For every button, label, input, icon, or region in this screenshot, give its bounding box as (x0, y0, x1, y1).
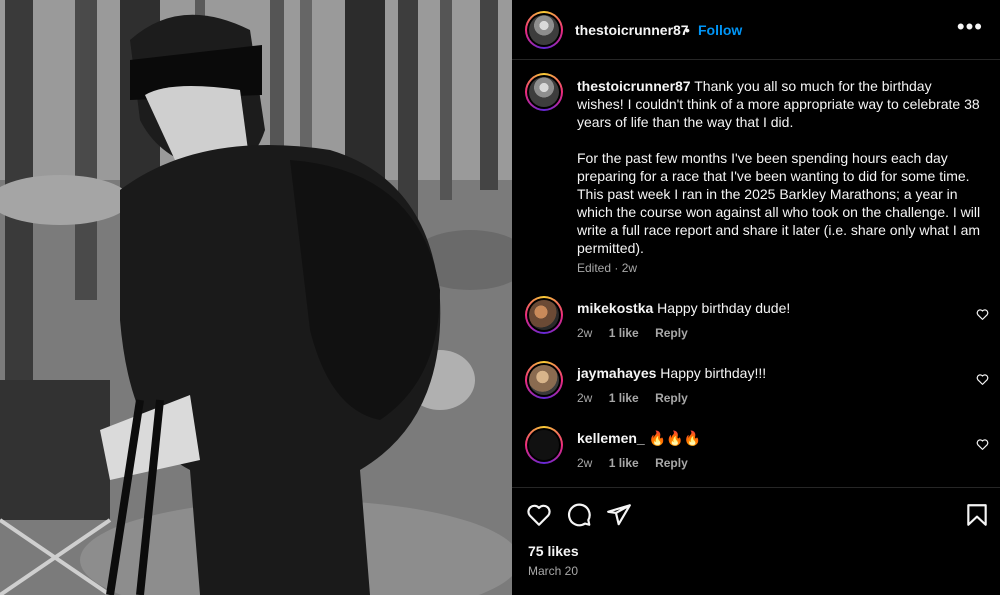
comment-likes[interactable]: 1 like (609, 391, 639, 405)
bookmark-icon[interactable] (964, 502, 990, 528)
heart-icon[interactable] (976, 308, 989, 321)
separator-dot: • (685, 22, 690, 38)
caption-body: Thank you all so much for the birthday w… (577, 78, 981, 256)
post-date: March 20 (528, 564, 579, 578)
caption-text: thestoicrunner87 Thank you all so much f… (577, 77, 982, 257)
comment-username[interactable]: kellemen_ (577, 430, 645, 446)
post-details-panel: thestoicrunner87 • Follow ••• thestoicru… (512, 0, 1000, 595)
comment-text: mikekostka Happy birthday dude! (577, 300, 790, 316)
author-avatar[interactable] (525, 11, 563, 49)
comment-body: 🔥🔥🔥 (644, 430, 701, 446)
comment-age: 2w (577, 456, 593, 470)
caption-avatar[interactable] (525, 73, 563, 111)
comment-text: kellemen_ 🔥🔥🔥 (577, 430, 701, 447)
commenter-avatar[interactable] (525, 296, 563, 334)
comment-age: 2w (577, 391, 593, 405)
post-photo-scene (0, 0, 512, 595)
reply-button[interactable]: Reply (655, 391, 688, 405)
caption-username[interactable]: thestoicrunner87 (577, 78, 691, 94)
comment-username[interactable]: jaymahayes (577, 365, 656, 381)
follow-button[interactable]: Follow (698, 22, 742, 38)
more-options-icon[interactable]: ••• (957, 16, 983, 38)
comment-item: mikekostka Happy birthday dude! 2w 1 lik… (512, 296, 1000, 358)
post-header: thestoicrunner87 • Follow ••• (512, 0, 1000, 60)
heart-icon[interactable] (976, 373, 989, 386)
comment-likes[interactable]: 1 like (609, 456, 639, 470)
reply-button[interactable]: Reply (655, 456, 688, 470)
author-username[interactable]: thestoicrunner87 (575, 22, 689, 38)
comment-body: Happy birthday dude! (653, 300, 791, 316)
comment-icon[interactable] (566, 502, 592, 528)
commenter-avatar[interactable] (525, 361, 563, 399)
heart-icon[interactable] (526, 502, 552, 528)
post-photo[interactable] (0, 0, 512, 595)
comment-username[interactable]: mikekostka (577, 300, 653, 316)
comment-meta: 2w 1 like Reply (577, 391, 701, 405)
comment-body: Happy birthday!!! (656, 365, 767, 381)
commenter-avatar[interactable] (525, 426, 563, 464)
post-actions: 75 likes March 20 (512, 487, 1000, 595)
comment-text: jaymahayes Happy birthday!!! (577, 365, 766, 381)
likes-count[interactable]: 75 likes (528, 543, 579, 559)
comment-likes[interactable]: 1 like (609, 326, 639, 340)
comment-age: 2w (577, 326, 593, 340)
comment-meta: 2w 1 like Reply (577, 456, 701, 470)
reply-button[interactable]: Reply (655, 326, 688, 340)
caption-meta: Edited · 2w (577, 261, 638, 275)
share-icon[interactable] (606, 502, 632, 528)
comment-meta: 2w 1 like Reply (577, 326, 701, 340)
heart-icon[interactable] (976, 438, 989, 451)
comment-item: kellemen_ 🔥🔥🔥 2w 1 like Reply (512, 426, 1000, 488)
comment-item: jaymahayes Happy birthday!!! 2w 1 like R… (512, 361, 1000, 423)
